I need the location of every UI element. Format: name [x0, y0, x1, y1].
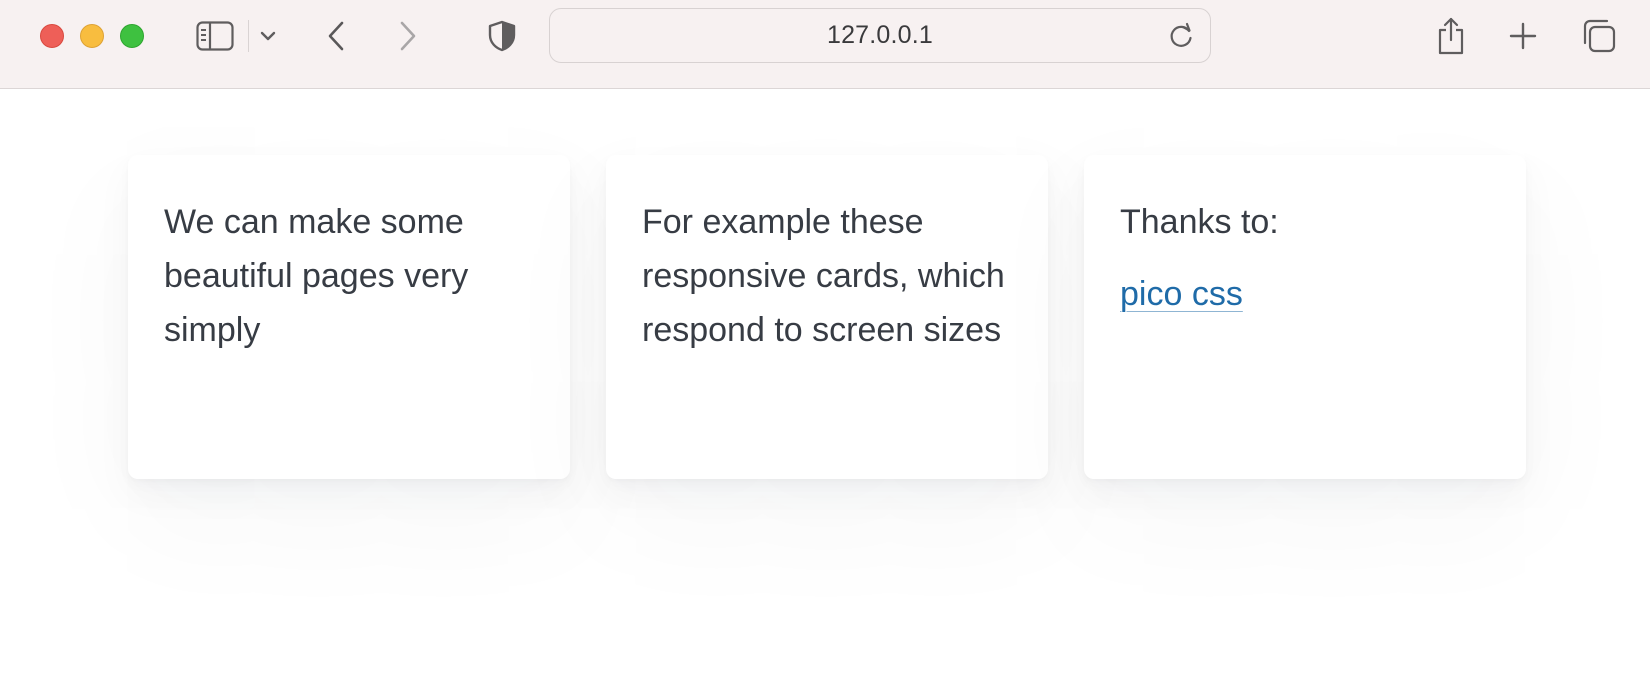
share-button[interactable]: [1433, 16, 1469, 56]
web-page: We can make some beautiful pages very si…: [0, 89, 1650, 696]
card-text: For example these responsive cards, whic…: [642, 203, 1005, 349]
card-intro: We can make some beautiful pages very si…: [128, 155, 570, 479]
minimize-window-button[interactable]: [80, 24, 104, 48]
close-window-button[interactable]: [40, 24, 64, 48]
browser-toolbar: 127.0.0.1: [0, 0, 1650, 89]
chevron-down-icon: [260, 31, 276, 41]
tabs-icon: [1583, 19, 1616, 53]
url-text: 127.0.0.1: [826, 21, 934, 49]
toolbar-separator: [248, 20, 249, 52]
sidebar-toggle-button[interactable]: [194, 16, 236, 56]
plus-icon: [1509, 22, 1537, 50]
sidebar-menu-button[interactable]: [257, 16, 279, 56]
new-tab-button[interactable]: [1506, 16, 1540, 56]
privacy-report-button[interactable]: [486, 16, 518, 56]
address-bar[interactable]: 127.0.0.1: [549, 8, 1211, 63]
card-text: We can make some beautiful pages very si…: [164, 203, 469, 349]
chevron-left-icon: [328, 21, 344, 51]
maximize-window-button[interactable]: [120, 24, 144, 48]
reload-button[interactable]: [1168, 22, 1194, 55]
sidebar-icon: [196, 21, 234, 51]
card-example: For example these responsive cards, whic…: [606, 155, 1048, 479]
shield-icon: [488, 20, 516, 52]
tab-overview-button[interactable]: [1580, 16, 1618, 56]
card-thanks: Thanks to: pico css: [1084, 155, 1526, 479]
chevron-right-icon: [400, 21, 416, 51]
forward-button[interactable]: [392, 16, 424, 56]
pico-css-link[interactable]: pico css: [1120, 275, 1243, 313]
reload-icon: [1170, 22, 1192, 47]
share-icon: [1438, 17, 1464, 55]
card-grid: We can make some beautiful pages very si…: [128, 155, 1528, 479]
back-button[interactable]: [320, 16, 352, 56]
card-text: Thanks to:: [1120, 203, 1279, 241]
